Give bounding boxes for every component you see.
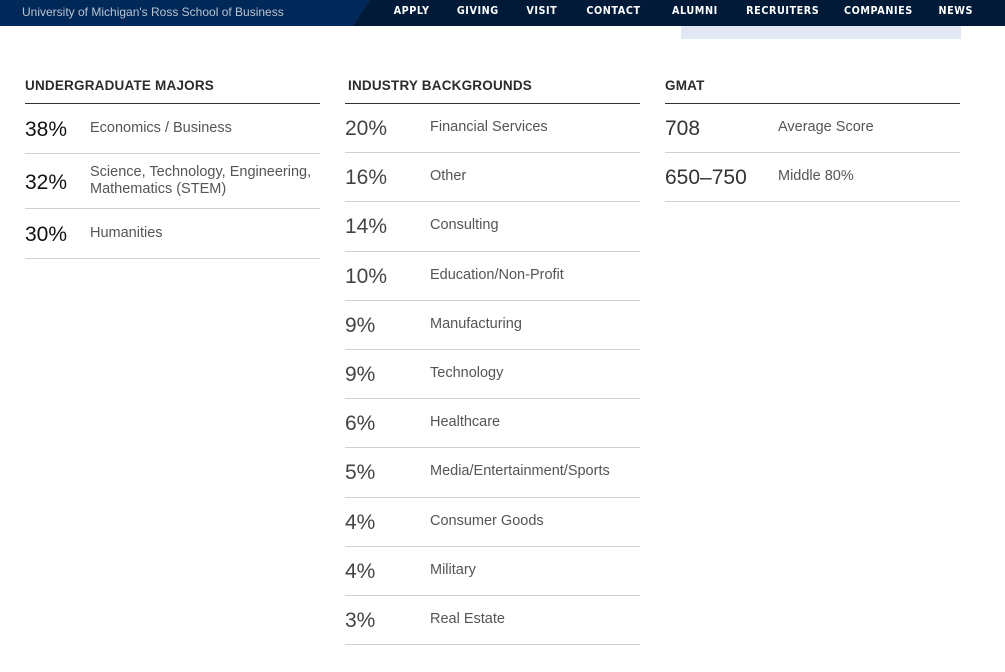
brand-link[interactable]: University of Michigan's Ross School of … [22, 4, 284, 20]
stat-label: Financial Services [430, 119, 548, 135]
stat-label: Average Score [778, 119, 874, 135]
light-panel-strip [681, 26, 961, 39]
nav-giving[interactable]: GIVING [457, 5, 499, 17]
nav-contact[interactable]: CONTACT [586, 5, 640, 17]
industry-backgrounds-section: INDUSTRY BACKGROUNDS 20% Financial Servic… [345, 70, 640, 646]
stat-label: Education/Non-Profit [430, 266, 564, 283]
stat-value: 5% [345, 461, 376, 485]
section-title: INDUSTRY BACKGROUNDS [345, 70, 640, 104]
stat-value: 650–750 [665, 166, 747, 189]
stat-label: Humanities [90, 225, 163, 241]
section-title: UNDERGRADUATE MAJORS [25, 70, 320, 104]
nav-news[interactable]: NEWS [939, 5, 974, 17]
stat-label: Middle 80% [778, 168, 854, 184]
stat-value: 10% [345, 264, 388, 288]
stat-row: 32% Science, Technology, Engineering, Ma… [25, 154, 320, 209]
stat-label: Media/Entertainment/Sports [430, 463, 610, 480]
nav-apply[interactable]: APPLY [394, 5, 430, 17]
stat-value: 6% [345, 412, 376, 436]
stat-label: Military [430, 561, 476, 578]
gmat-section: GMAT 708 Average Score 650–750 Middle 80% [665, 70, 960, 202]
stat-value: 16% [345, 166, 388, 190]
stat-label: Technology [430, 364, 504, 381]
stat-value: 4% [345, 510, 376, 534]
stat-row: 9% Manufacturing [345, 301, 640, 350]
stat-row: 708 Average Score [665, 104, 960, 153]
stat-row: 16% Other [345, 153, 640, 203]
stat-label: Manufacturing [430, 315, 522, 332]
stat-row: 9% Technology [345, 350, 640, 400]
stat-label: Other [430, 168, 467, 185]
stat-row: 38% Economics / Business [25, 104, 320, 154]
stat-row: 10% Education/Non-Profit [345, 252, 640, 301]
undergraduate-majors-section: UNDERGRADUATE MAJORS 38% Economics / Bus… [25, 70, 320, 259]
stat-value: 4% [345, 559, 376, 583]
stat-value: 708 [665, 117, 701, 140]
stat-row: 14% Consulting [345, 202, 640, 252]
stat-value: 3% [345, 608, 376, 632]
section-title: GMAT [665, 70, 960, 104]
stat-value: 9% [345, 313, 376, 337]
stat-label: Economics / Business [90, 120, 232, 136]
stat-row: 4% Military [345, 547, 640, 596]
stat-label: Consulting [430, 217, 499, 234]
stat-value: 20% [345, 117, 388, 140]
nav-recruiters[interactable]: RECRUITERS [746, 5, 819, 17]
stat-value: 30% [25, 223, 68, 246]
stat-value: 32% [25, 171, 68, 194]
stat-value: 14% [345, 215, 388, 239]
stat-row: 4% Consumer Goods [345, 498, 640, 547]
stat-value: 38% [25, 118, 68, 141]
stat-row: 30% Humanities [25, 209, 320, 259]
stat-row: 5% Media/Entertainment/Sports [345, 448, 640, 498]
stat-row: 6% Healthcare [345, 399, 640, 449]
stat-row: 650–750 Middle 80% [665, 153, 960, 202]
nav-visit[interactable]: VISIT [526, 5, 557, 17]
stat-row: 20% Financial Services [345, 104, 640, 154]
nav-alumni[interactable]: ALUMNI [672, 5, 718, 17]
stat-label: Consumer Goods [430, 512, 544, 529]
top-navigation-bar: University of Michigan's Ross School of … [0, 0, 1005, 26]
stat-label: Real Estate [430, 610, 505, 627]
stat-label: Healthcare [430, 414, 501, 431]
stat-label: Science, Technology, Engineering, Mathem… [90, 164, 312, 197]
stat-value: 9% [345, 362, 376, 386]
stat-row: 3% Real Estate [345, 596, 640, 646]
nav-companies[interactable]: COMPANIES [844, 5, 913, 17]
